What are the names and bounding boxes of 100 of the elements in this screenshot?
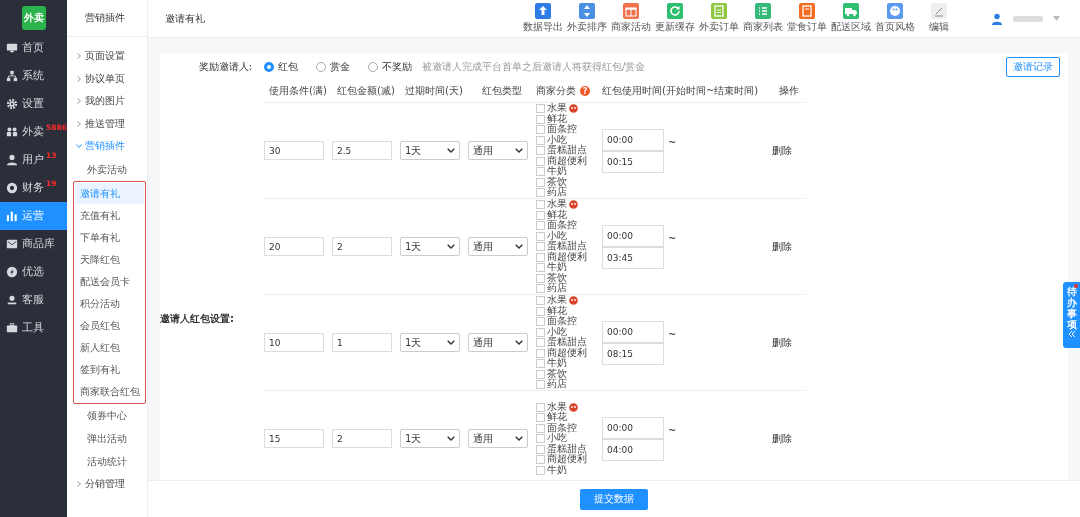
checkbox[interactable] xyxy=(536,380,545,389)
checkbox[interactable] xyxy=(536,146,545,155)
menu-item[interactable]: 分销管理 xyxy=(67,472,147,495)
checkbox[interactable] xyxy=(536,231,545,241)
toolbar-button[interactable]: 更新缓存 xyxy=(653,3,697,34)
sidebar-item[interactable]: 客服 xyxy=(0,286,67,314)
checkbox[interactable] xyxy=(536,210,545,220)
select-field[interactable]: 1天 xyxy=(400,237,460,256)
delete-link[interactable]: 删除 xyxy=(772,143,792,158)
time-field[interactable]: 00:00 xyxy=(602,320,664,343)
radio-option[interactable]: 红包 xyxy=(264,59,298,74)
submenu-item[interactable]: 签到有礼 xyxy=(75,358,144,380)
checkbox[interactable] xyxy=(536,167,545,176)
checkbox[interactable] xyxy=(536,423,545,433)
submenu-item[interactable]: 外卖活动 xyxy=(67,158,147,180)
submenu-item[interactable]: 配送会员卡 xyxy=(75,270,144,292)
time-field[interactable]: 03:45 xyxy=(602,246,664,269)
checkbox[interactable] xyxy=(536,296,545,305)
toolbar-button[interactable]: 编辑 xyxy=(917,3,961,34)
time-field[interactable]: 00:00 xyxy=(602,416,664,439)
menu-item[interactable]: 我的图片 xyxy=(67,90,147,113)
checkbox[interactable] xyxy=(536,135,545,145)
radio-option[interactable]: 不奖励 xyxy=(368,59,412,74)
radio-button[interactable] xyxy=(264,61,274,72)
input-field[interactable]: 20 xyxy=(264,237,324,256)
select-field[interactable]: 通用 xyxy=(468,237,528,256)
menu-item[interactable]: 协议单页 xyxy=(67,67,147,90)
checkbox[interactable] xyxy=(536,104,545,113)
checkbox[interactable] xyxy=(536,125,545,134)
input-field[interactable]: 1 xyxy=(332,333,392,352)
select-field[interactable]: 1天 xyxy=(400,141,460,160)
submenu-item[interactable]: 积分活动 xyxy=(75,292,144,314)
toolbar-button[interactable]: 首页风格 xyxy=(873,3,917,34)
input-field[interactable]: 10 xyxy=(264,333,324,352)
sidebar-item[interactable]: 系统 xyxy=(0,62,67,90)
radio-option[interactable]: 赏金 xyxy=(316,59,350,74)
checkbox[interactable] xyxy=(536,402,545,412)
toolbar-button[interactable]: 堂食订单 xyxy=(785,3,829,34)
input-field[interactable]: 2 xyxy=(332,429,392,448)
checkbox[interactable] xyxy=(536,434,545,443)
time-field[interactable]: 04:00 xyxy=(602,438,664,461)
checkbox[interactable] xyxy=(536,306,545,316)
submenu-item[interactable]: 商家联合红包 xyxy=(75,380,144,402)
select-field[interactable]: 1天 xyxy=(400,429,460,448)
submenu-item[interactable]: 充值有礼 xyxy=(75,204,144,226)
delete-link[interactable]: 删除 xyxy=(772,431,792,446)
time-field[interactable]: 00:00 xyxy=(602,224,664,247)
checkbox[interactable] xyxy=(536,317,545,326)
toolbar-button[interactable]: 外卖排序 xyxy=(565,3,609,34)
checkbox[interactable] xyxy=(536,156,545,166)
menu-item[interactable]: 页面设置 xyxy=(67,45,147,68)
checkbox[interactable] xyxy=(536,359,545,368)
select-field[interactable]: 1天 xyxy=(400,333,460,352)
checkbox[interactable] xyxy=(536,284,545,293)
checkbox[interactable] xyxy=(536,338,545,347)
sidebar-item[interactable]: 优选 xyxy=(0,258,67,286)
sidebar-item[interactable]: 设置 xyxy=(0,90,67,118)
checkbox[interactable] xyxy=(536,114,545,124)
submenu-item[interactable]: 下单有礼 xyxy=(75,226,144,248)
time-field[interactable]: 00:00 xyxy=(602,128,664,151)
menu-item[interactable]: 推送管理 xyxy=(67,112,147,135)
checkbox[interactable] xyxy=(536,413,545,422)
input-field[interactable]: 2.5 xyxy=(332,141,392,160)
input-field[interactable]: 2 xyxy=(332,237,392,256)
time-field[interactable]: 08:15 xyxy=(602,342,664,365)
toolbar-button[interactable]: 配送区域 xyxy=(829,3,873,34)
sidebar-item[interactable]: 首页 xyxy=(0,34,67,62)
checkbox[interactable] xyxy=(536,200,545,209)
time-field[interactable]: 00:15 xyxy=(602,150,664,173)
toolbar-button[interactable]: 数据导出 xyxy=(521,3,565,34)
checkbox[interactable] xyxy=(536,273,545,283)
checkbox[interactable] xyxy=(536,188,545,197)
submenu-item[interactable]: 弹出活动 xyxy=(67,427,147,449)
delete-link[interactable]: 删除 xyxy=(772,239,792,254)
delete-link[interactable]: 删除 xyxy=(772,335,792,350)
input-field[interactable]: 15 xyxy=(264,429,324,448)
checkbox[interactable] xyxy=(536,263,545,272)
sidebar-item[interactable]: 商品库 xyxy=(0,230,67,258)
toolbar-button[interactable]: 商家列表 xyxy=(741,3,785,34)
checkbox[interactable] xyxy=(536,177,545,187)
submenu-item[interactable]: 新人红包 xyxy=(75,336,144,358)
checkbox[interactable] xyxy=(536,465,545,475)
checkbox[interactable] xyxy=(536,348,545,358)
toolbar-button[interactable]: 外卖订单 xyxy=(697,3,741,34)
sidebar-item[interactable]: 工具 xyxy=(0,314,67,342)
select-field[interactable]: 通用 xyxy=(468,429,528,448)
checkbox[interactable] xyxy=(536,252,545,262)
checkbox[interactable] xyxy=(536,369,545,379)
toolbar-button[interactable]: 商家活动 xyxy=(609,3,653,34)
checkbox[interactable] xyxy=(536,444,545,454)
select-field[interactable]: 通用 xyxy=(468,333,528,352)
select-field[interactable]: 通用 xyxy=(468,141,528,160)
submenu-item[interactable]: 活动统计 xyxy=(67,450,147,472)
submenu-item[interactable]: 会员红包 xyxy=(75,314,144,336)
submenu-item[interactable]: 天降红包 xyxy=(75,248,144,270)
input-field[interactable]: 30 xyxy=(264,141,324,160)
submenu-item[interactable]: 领券中心 xyxy=(67,404,147,426)
checkbox[interactable] xyxy=(536,242,545,251)
checkbox[interactable] xyxy=(536,455,545,464)
checkbox[interactable] xyxy=(536,221,545,230)
